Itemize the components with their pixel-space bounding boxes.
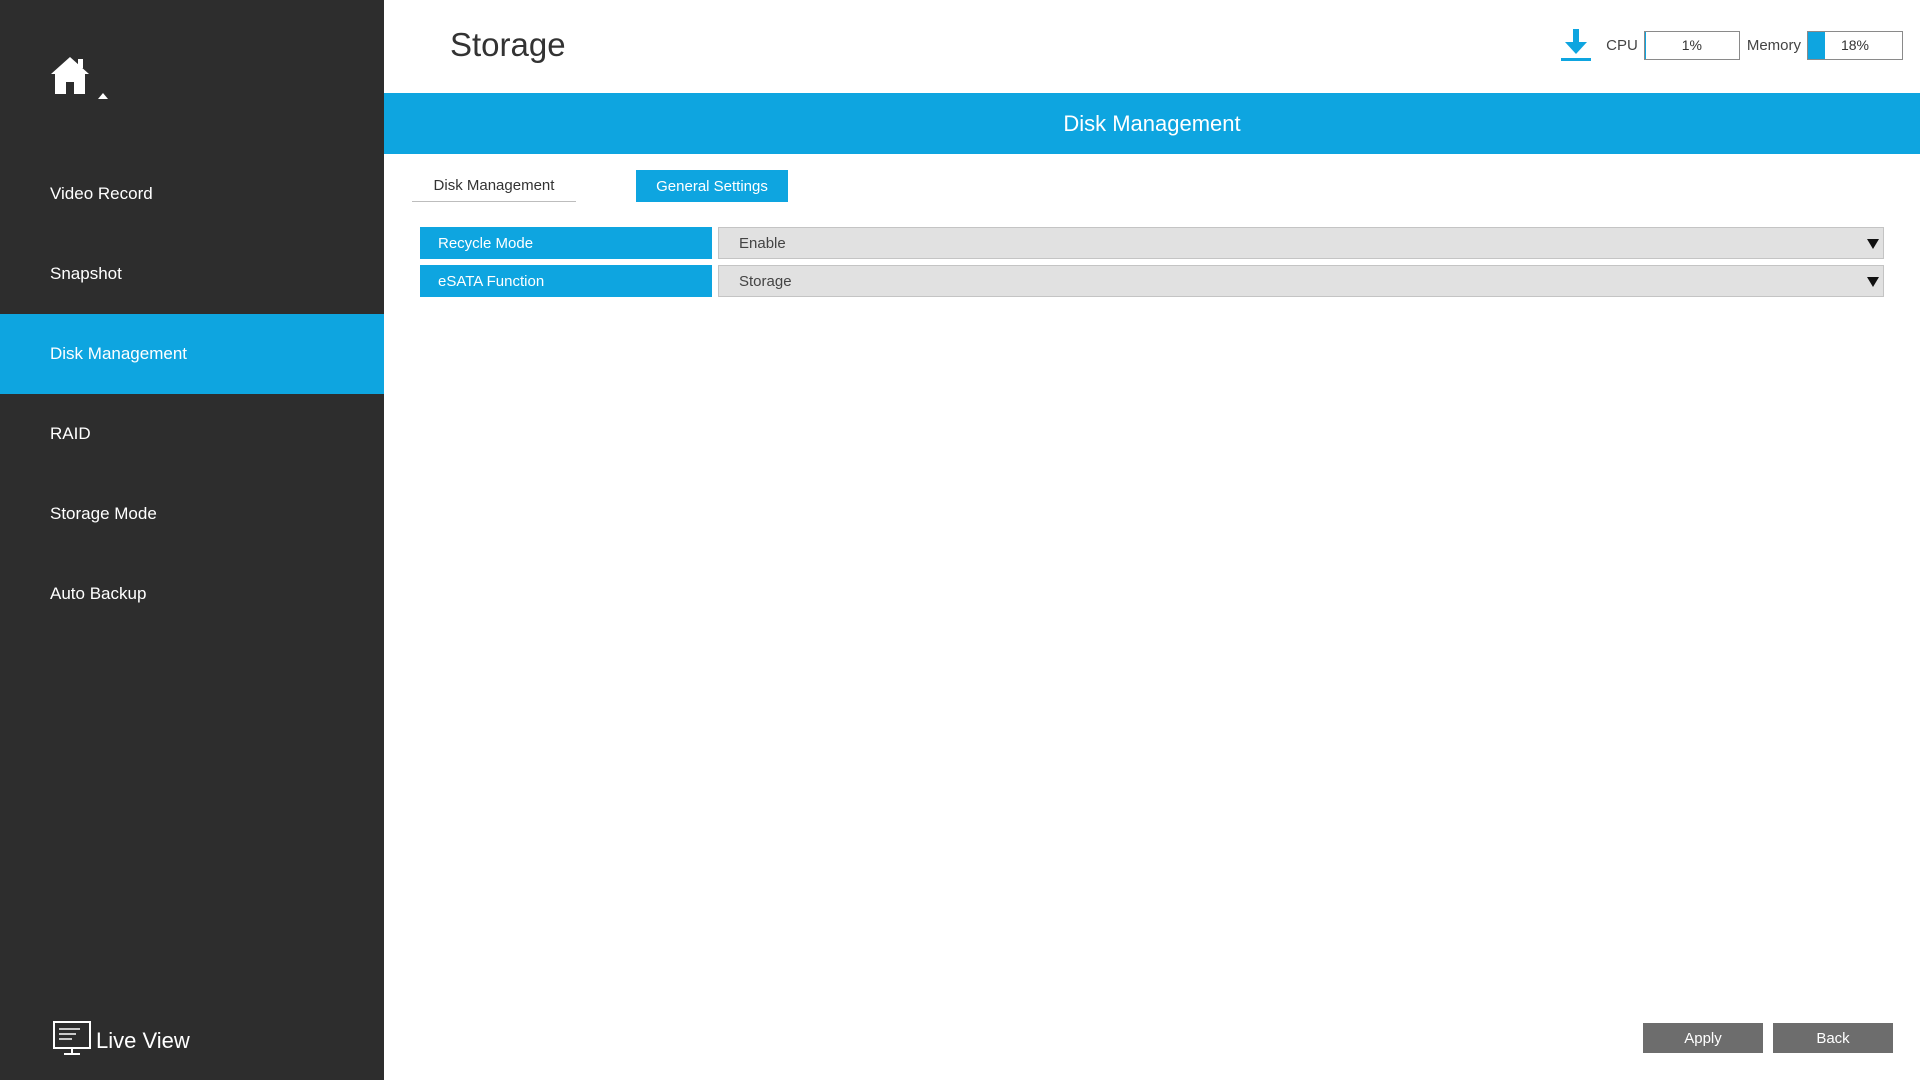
esata-function-value: Storage	[739, 272, 792, 290]
live-view-label: Live View	[96, 1028, 190, 1053]
cpu-usage-bar: 1%	[1643, 30, 1740, 60]
download-icon[interactable]	[1558, 27, 1594, 63]
tab-disk-management[interactable]: Disk Management	[412, 170, 576, 202]
home-button[interactable]	[48, 54, 114, 102]
cpu-value: 1%	[1681, 37, 1702, 53]
section-title-bar: Disk Management	[384, 93, 1920, 154]
home-icon	[48, 54, 114, 102]
sidebar-item-label: Storage Mode	[50, 504, 157, 523]
sidebar: Video Record Snapshot Disk Management RA…	[0, 0, 384, 1080]
sidebar-item-video-record[interactable]: Video Record	[0, 154, 384, 234]
form-row-esata-function: eSATA Function Storage	[420, 265, 1884, 297]
back-button[interactable]: Back	[1773, 1023, 1893, 1053]
caret-down-icon	[1867, 277, 1879, 287]
monitor-icon	[52, 1020, 96, 1062]
tab-bar: Disk Management General Settings	[412, 170, 788, 202]
memory-value: 18%	[1840, 37, 1870, 53]
sidebar-item-label: Snapshot	[50, 264, 122, 283]
tab-general-settings[interactable]: General Settings	[636, 170, 788, 202]
memory-usage-bar: 18%	[1807, 30, 1903, 60]
sidebar-item-snapshot[interactable]: Snapshot	[0, 234, 384, 314]
page-title: Storage	[450, 26, 566, 63]
sidebar-item-label: Auto Backup	[50, 584, 147, 603]
system-stats: CPU 1% Memory 18%	[1558, 28, 1910, 62]
app-root: Video Record Snapshot Disk Management RA…	[0, 0, 1920, 1080]
form-row-recycle-mode: Recycle Mode Enable	[420, 227, 1884, 259]
esata-function-label: eSATA Function	[420, 265, 712, 297]
sidebar-item-label: Video Record	[50, 184, 153, 203]
apply-button[interactable]: Apply	[1643, 1023, 1763, 1053]
sidebar-item-auto-backup[interactable]: Auto Backup	[0, 554, 384, 634]
memory-label: Memory	[1746, 36, 1801, 54]
esata-function-select[interactable]: Storage	[718, 265, 1884, 297]
memory-usage-fill	[1808, 31, 1825, 59]
recycle-mode-label: Recycle Mode	[420, 227, 712, 259]
sidebar-nav: Video Record Snapshot Disk Management RA…	[0, 154, 384, 634]
general-settings-form: Recycle Mode Enable eSATA Function Stora…	[420, 227, 1884, 303]
caret-down-icon	[1867, 239, 1879, 249]
header: Storage CPU 1% Memory 18%	[384, 0, 1920, 93]
sidebar-item-disk-management[interactable]: Disk Management	[0, 314, 384, 394]
sidebar-item-raid[interactable]: RAID	[0, 394, 384, 474]
cpu-label: CPU	[1606, 36, 1638, 54]
section-title: Disk Management	[1063, 110, 1241, 136]
live-view-button[interactable]: Live View	[52, 1020, 190, 1062]
recycle-mode-select[interactable]: Enable	[718, 227, 1884, 259]
recycle-mode-value: Enable	[739, 234, 786, 252]
sidebar-item-label: RAID	[50, 424, 91, 443]
sidebar-item-storage-mode[interactable]: Storage Mode	[0, 474, 384, 554]
sidebar-item-label: Disk Management	[50, 344, 188, 363]
cpu-usage-fill	[1644, 31, 1646, 59]
